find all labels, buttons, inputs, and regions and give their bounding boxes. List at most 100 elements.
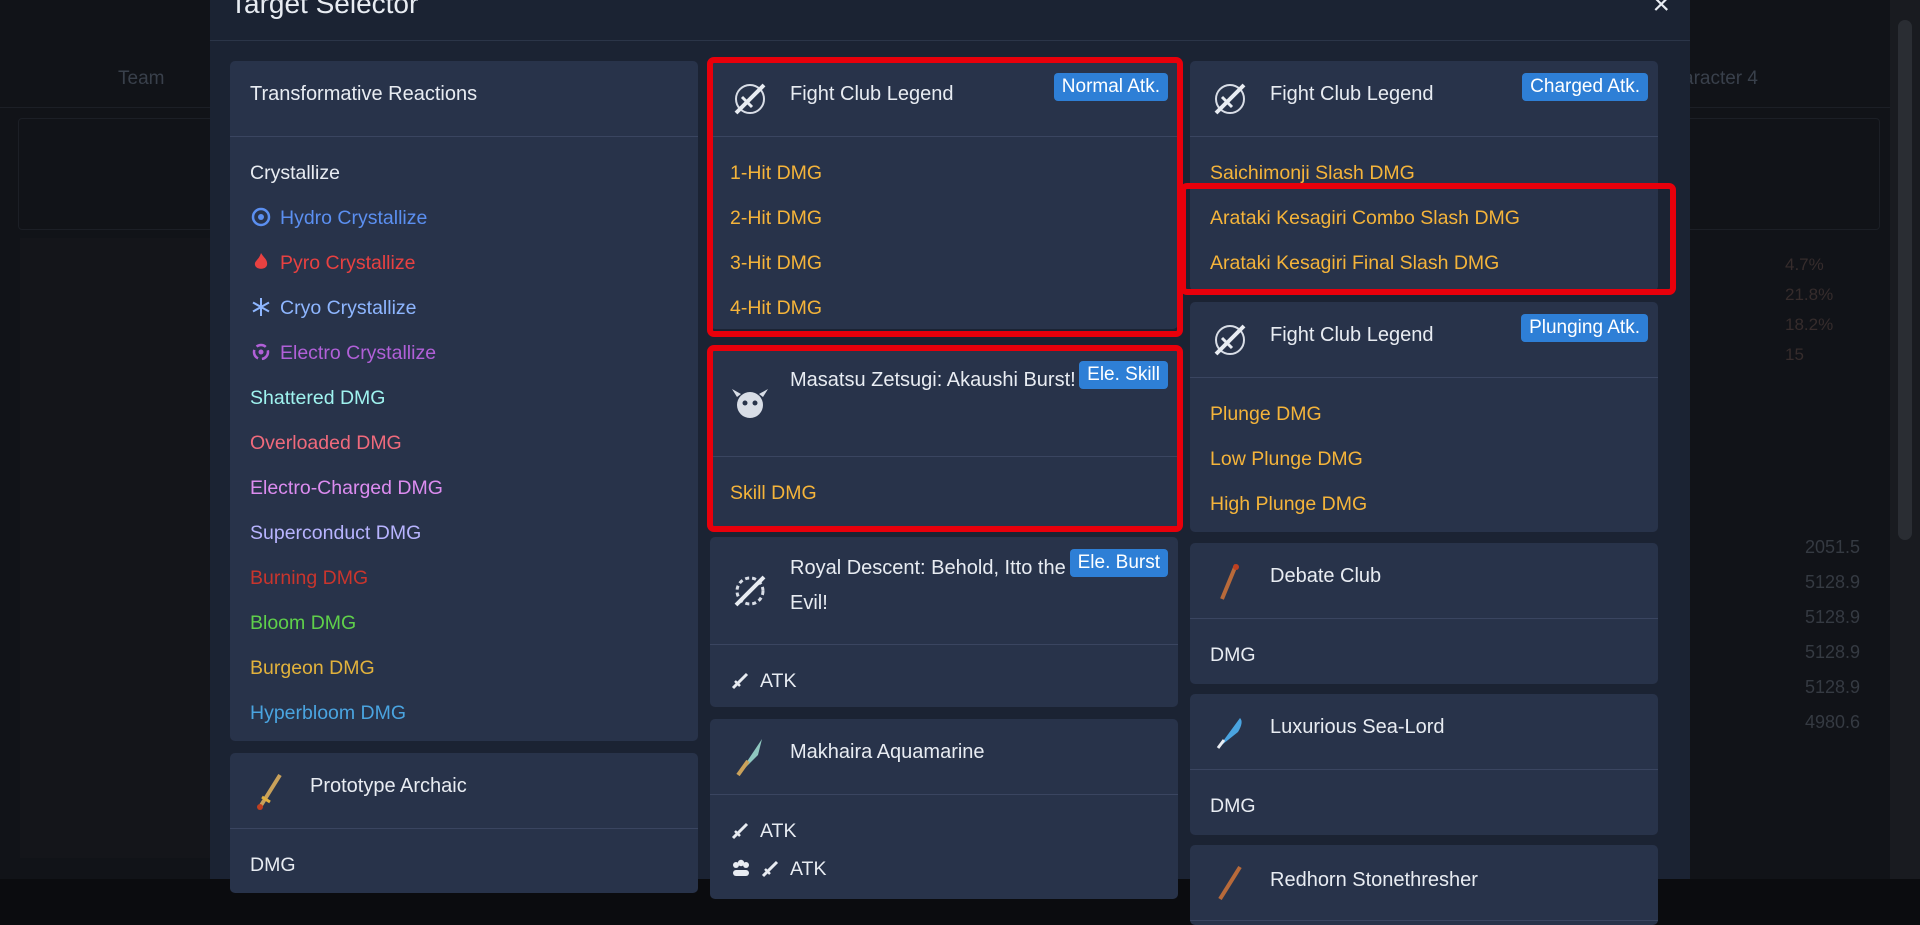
- target-dmg[interactable]: DMG: [1210, 784, 1638, 829]
- reaction-label: Electro Crystallize: [280, 342, 437, 364]
- crystallize-heading: Crystallize: [250, 162, 340, 184]
- reaction-burning[interactable]: Burning DMG: [250, 556, 678, 601]
- reaction-superconduct[interactable]: Superconduct DMG: [250, 511, 678, 556]
- target-dmg[interactable]: DMG: [250, 843, 678, 888]
- stat-value: 4.7%: [1785, 255, 1824, 274]
- target-label: ATK: [760, 670, 797, 692]
- target-saichimonji-slash[interactable]: Saichimonji Slash DMG: [1210, 151, 1638, 196]
- card-header: Fight Club Legend Charged Atk.: [1190, 61, 1658, 137]
- reaction-electro-crystallize[interactable]: Electro Crystallize: [250, 331, 678, 376]
- target-atk[interactable]: ATK: [730, 659, 1158, 704]
- target-plunge-dmg[interactable]: Plunge DMG: [1210, 392, 1638, 437]
- card-title: Makhaira Aquamarine: [790, 741, 985, 763]
- character-art: [20, 238, 210, 858]
- card-header: Fight Club Legend Normal Atk.: [710, 61, 1178, 137]
- reaction-hyperbloom[interactable]: Hyperbloom DMG: [250, 691, 678, 736]
- debate-club-card: Debate Club DMG: [1190, 543, 1658, 684]
- character-tab: aracter 4: [1683, 68, 1758, 89]
- target-dmg[interactable]: DMG: [1210, 633, 1638, 678]
- sword-icon: [761, 860, 779, 878]
- modal-header: Target Selector ×: [210, 0, 1690, 41]
- plunging-attack-icon: [1214, 324, 1246, 356]
- stat-value: 15: [1785, 345, 1804, 364]
- normal-attack-card: Fight Club Legend Normal Atk. 1-Hit DMG …: [710, 61, 1178, 329]
- card-title: Luxurious Sea-Lord: [1270, 716, 1445, 738]
- electro-icon: [252, 343, 270, 361]
- card-header: Fight Club Legend Plunging Atk.: [1190, 302, 1658, 378]
- card-title: Fight Club Legend: [1270, 83, 1434, 105]
- sword-icon: [731, 822, 749, 840]
- target-1-hit-dmg[interactable]: 1-Hit DMG: [730, 151, 1158, 196]
- normal-attack-icon: [734, 83, 766, 115]
- card-title: Redhorn Stonethresher: [1270, 869, 1478, 891]
- card-title: Transformative Reactions: [250, 83, 478, 105]
- target-combo-slash[interactable]: Arataki Kesagiri Combo Slash DMG: [1210, 196, 1638, 241]
- card-title: Royal Descent: Behold, Itto the Evil!: [790, 557, 1066, 614]
- plunging-attack-card: Fight Club Legend Plunging Atk. Plunge D…: [1190, 302, 1658, 532]
- target-4-hit-dmg[interactable]: 4-Hit DMG: [730, 286, 1158, 329]
- skill-badge: Ele. Skill: [1079, 361, 1168, 389]
- card-title: Debate Club: [1270, 565, 1382, 587]
- pyro-icon: [254, 253, 268, 269]
- reaction-hydro-crystallize[interactable]: Hydro Crystallize: [250, 196, 678, 241]
- club-icon: [1220, 564, 1239, 600]
- card-header: Masatsu Zetsugi: Akaushi Burst! Ele. Ski…: [710, 349, 1178, 457]
- skill-icon: [732, 389, 768, 418]
- card-title: Masatsu Zetsugi: Akaushi Burst!: [790, 369, 1076, 391]
- makhaira-aquamarine-card: Makhaira Aquamarine ATK ATK: [710, 719, 1178, 899]
- page-scrollbar[interactable]: [1890, 0, 1920, 879]
- reaction-bloom[interactable]: Bloom DMG: [250, 601, 678, 646]
- target-label: ATK: [790, 858, 827, 880]
- reaction-cryo-crystallize[interactable]: Cryo Crystallize: [250, 286, 678, 331]
- reaction-overloaded[interactable]: Overloaded DMG: [250, 421, 678, 466]
- stat-value: 18.2%: [1785, 315, 1834, 334]
- target-3-hit-dmg[interactable]: 3-Hit DMG: [730, 241, 1158, 286]
- target-team-atk[interactable]: ATK: [730, 854, 1158, 884]
- scrollbar-thumb[interactable]: [1898, 20, 1912, 540]
- luxurious-sea-lord-card: Luxurious Sea-Lord DMG: [1190, 694, 1658, 835]
- claymore-icon: [736, 739, 762, 777]
- card-title: Fight Club Legend: [1270, 324, 1434, 346]
- card-header: Royal Descent: Behold, Itto the Evil! El…: [710, 537, 1178, 645]
- reaction-electro-charged[interactable]: Electro-Charged DMG: [250, 466, 678, 511]
- redhorn-stonethresher-card: Redhorn Stonethresher: [1190, 845, 1658, 925]
- prototype-archaic-card: Prototype Archaic DMG: [230, 753, 698, 893]
- background-stats: 4.7% 21.8% 18.2% 15: [1785, 250, 1833, 370]
- burst-icon: [734, 575, 766, 607]
- card-title: Fight Club Legend: [790, 83, 954, 105]
- claymore-icon: [257, 773, 282, 810]
- reaction-pyro-crystallize[interactable]: Pyro Crystallize: [250, 241, 678, 286]
- value: 4980.6: [1804, 712, 1860, 732]
- target-skill-dmg[interactable]: Skill DMG: [730, 471, 1158, 516]
- reaction-label: Hydro Crystallize: [280, 207, 428, 229]
- charged-attack-card: Fight Club Legend Charged Atk. Saichimon…: [1190, 61, 1658, 291]
- transformative-reactions-card: Transformative Reactions Crystallize Hyd…: [230, 61, 698, 741]
- card-header: Redhorn Stonethresher: [1190, 845, 1658, 921]
- target-high-plunge-dmg[interactable]: High Plunge DMG: [1210, 482, 1638, 527]
- modal-title: Target Selector: [230, 0, 419, 19]
- close-button[interactable]: ×: [1652, 0, 1670, 20]
- hydro-icon: [251, 207, 271, 227]
- reaction-shattered[interactable]: Shattered DMG: [250, 376, 678, 421]
- reaction-label: Pyro Crystallize: [280, 252, 416, 274]
- elemental-skill-card: Masatsu Zetsugi: Akaushi Burst! Ele. Ski…: [710, 349, 1178, 527]
- target-atk[interactable]: ATK: [730, 809, 1158, 854]
- burst-badge: Ele. Burst: [1069, 549, 1168, 577]
- charged-attack-icon: [1214, 83, 1246, 115]
- target-2-hit-dmg[interactable]: 2-Hit DMG: [730, 196, 1158, 241]
- cryo-icon: [252, 298, 270, 316]
- team-tab: Team: [118, 68, 165, 89]
- plunging-attack-badge: Plunging Atk.: [1521, 314, 1648, 342]
- reaction-label: Cryo Crystallize: [280, 297, 417, 319]
- stat-value: 21.8%: [1785, 285, 1834, 304]
- reaction-burgeon[interactable]: Burgeon DMG: [250, 646, 678, 691]
- team-icon: [733, 859, 749, 876]
- card-header: Luxurious Sea-Lord: [1190, 694, 1658, 770]
- value: 5128.9: [1804, 607, 1860, 627]
- target-final-slash[interactable]: Arataki Kesagiri Final Slash DMG: [1210, 241, 1638, 286]
- value: 5128.9: [1804, 572, 1860, 592]
- target-selector-modal: Target Selector × Transformative Reactio…: [210, 0, 1690, 925]
- target-low-plunge-dmg[interactable]: Low Plunge DMG: [1210, 437, 1638, 482]
- card-header: Makhaira Aquamarine: [710, 719, 1178, 795]
- value: 5128.9: [1804, 677, 1860, 697]
